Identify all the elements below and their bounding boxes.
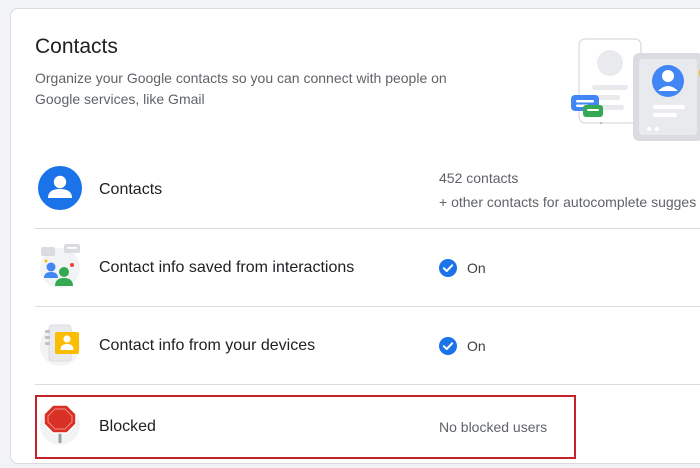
check-circle-icon: [439, 337, 457, 355]
contacts-illustration: [571, 38, 700, 141]
blocked-status: No blocked users: [439, 419, 548, 435]
contacts-label: Contacts: [99, 181, 163, 198]
devices-status: On: [467, 338, 486, 354]
page-title: Contacts: [35, 35, 118, 58]
phone-contacts-icon: [40, 324, 80, 366]
interactions-row[interactable]: Contact info saved from interactions On: [35, 229, 700, 307]
interactions-status: On: [467, 260, 486, 276]
person-icon: [38, 166, 82, 210]
interactions-label: Contact info saved from interactions: [99, 259, 355, 276]
devices-label: Contact info from your devices: [99, 337, 316, 354]
stop-sign-icon: [40, 404, 80, 445]
chat-people-icon: [40, 244, 80, 288]
blocked-row[interactable]: Blocked No blocked users: [35, 387, 700, 463]
contacts-count: 452 contacts: [439, 170, 519, 186]
blocked-label: Blocked: [99, 418, 156, 435]
page-description: Organize your Google contacts so you can…: [35, 70, 447, 107]
devices-row[interactable]: Contact info from your devices On: [35, 307, 700, 385]
contacts-card: Contacts Organize your Google contacts s…: [10, 8, 700, 464]
other-contacts-note: + other contacts for autocomplete sugges: [439, 194, 697, 210]
contacts-row[interactable]: Contacts 452 contacts + other contacts f…: [35, 151, 700, 229]
check-circle-icon: [439, 259, 457, 277]
